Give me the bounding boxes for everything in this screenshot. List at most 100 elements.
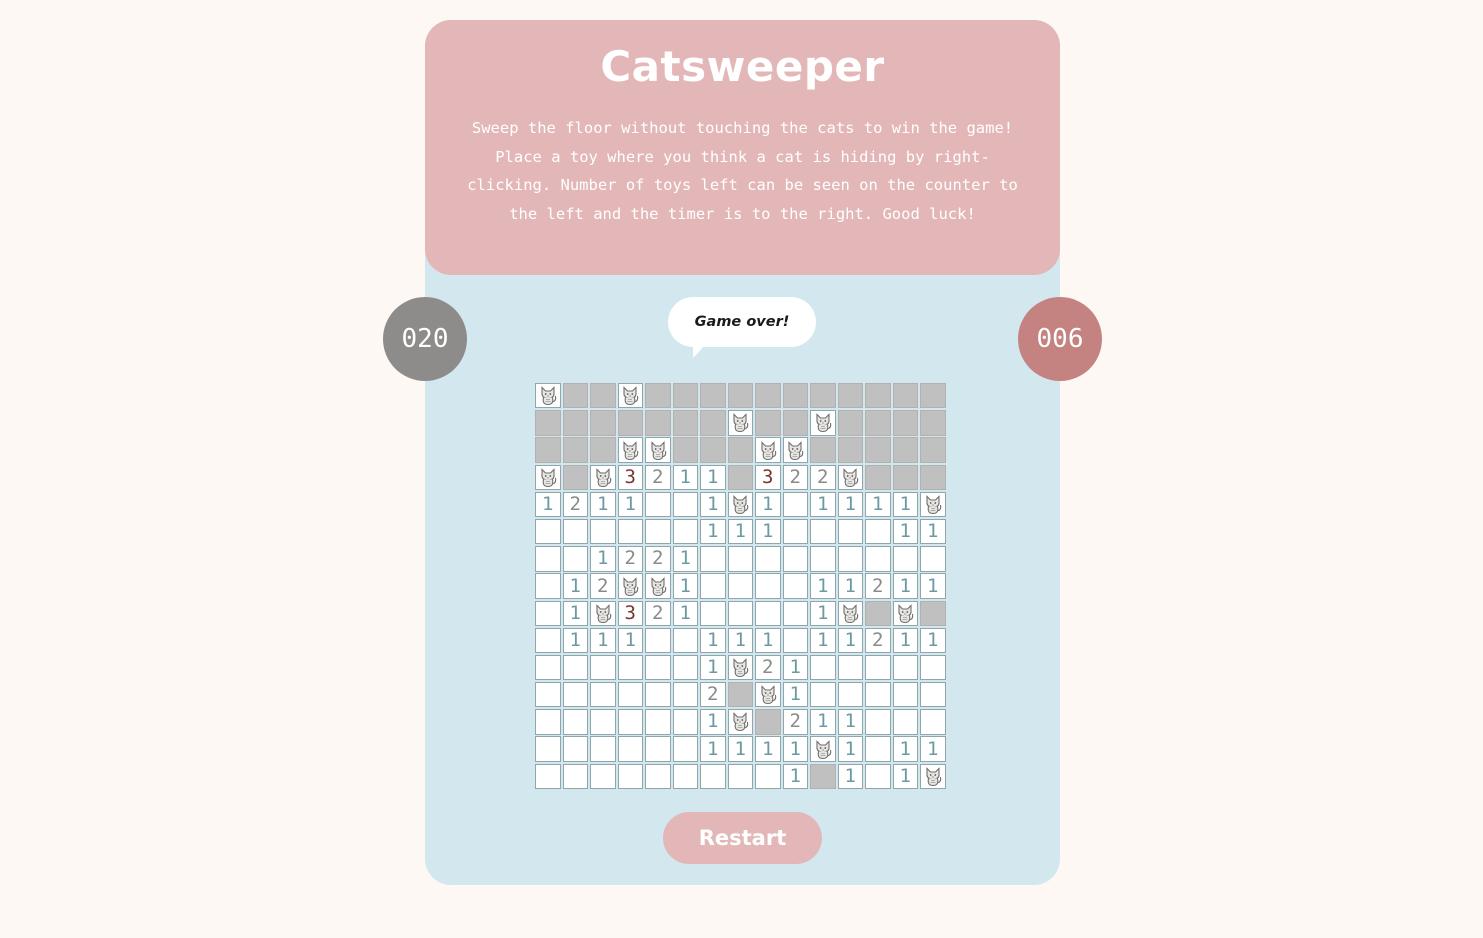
hidden-tile[interactable]	[590, 437, 616, 463]
empty-tile[interactable]	[672, 654, 698, 681]
number-tile[interactable]: 1	[837, 736, 863, 762]
number-tile[interactable]: 1	[892, 573, 918, 599]
empty-tile[interactable]	[672, 736, 698, 762]
number-tile[interactable]: 1	[892, 518, 918, 545]
empty-tile[interactable]	[535, 736, 561, 762]
cat-tile[interactable]	[617, 573, 643, 599]
empty-tile[interactable]	[920, 709, 946, 735]
number-tile[interactable]: 1	[672, 546, 698, 572]
empty-tile[interactable]	[672, 709, 698, 735]
empty-tile[interactable]	[700, 573, 726, 599]
hidden-tile[interactable]	[617, 410, 643, 436]
empty-tile[interactable]	[837, 682, 863, 708]
hidden-tile[interactable]	[645, 410, 671, 436]
empty-tile[interactable]	[617, 709, 643, 735]
empty-tile[interactable]	[535, 709, 561, 735]
number-tile[interactable]: 1	[782, 763, 808, 790]
empty-tile[interactable]	[837, 546, 863, 572]
hidden-tile[interactable]	[562, 383, 588, 409]
hidden-tile[interactable]	[810, 383, 836, 409]
number-tile[interactable]: 1	[810, 573, 836, 599]
hidden-tile[interactable]	[810, 763, 836, 790]
hidden-tile[interactable]	[782, 410, 808, 436]
number-tile[interactable]: 2	[782, 464, 808, 490]
number-tile[interactable]: 1	[837, 709, 863, 735]
hidden-tile[interactable]	[755, 383, 781, 409]
restart-button[interactable]: Restart	[663, 812, 822, 864]
hidden-tile[interactable]	[920, 600, 946, 626]
cat-tile[interactable]	[837, 464, 863, 490]
cat-tile[interactable]	[727, 410, 753, 436]
empty-tile[interactable]	[535, 546, 561, 572]
empty-tile[interactable]	[700, 546, 726, 572]
empty-tile[interactable]	[892, 654, 918, 681]
cat-tile[interactable]	[755, 682, 781, 708]
number-tile[interactable]: 1	[892, 627, 918, 654]
number-tile[interactable]: 1	[755, 736, 781, 762]
number-tile[interactable]: 1	[810, 491, 836, 518]
hidden-tile[interactable]	[837, 437, 863, 463]
number-tile[interactable]: 2	[645, 464, 671, 490]
hidden-tile[interactable]	[782, 383, 808, 409]
hidden-tile[interactable]	[727, 682, 753, 708]
empty-tile[interactable]	[755, 546, 781, 572]
empty-tile[interactable]	[810, 654, 836, 681]
empty-tile[interactable]	[727, 546, 753, 572]
empty-tile[interactable]	[562, 682, 588, 708]
hidden-tile[interactable]	[865, 464, 891, 490]
number-tile[interactable]: 1	[892, 736, 918, 762]
number-tile[interactable]: 1	[782, 654, 808, 681]
hidden-tile[interactable]	[645, 383, 671, 409]
empty-tile[interactable]	[535, 518, 561, 545]
cat-tile[interactable]	[535, 383, 561, 409]
number-tile[interactable]: 1	[535, 491, 561, 518]
empty-tile[interactable]	[727, 573, 753, 599]
number-tile[interactable]: 2	[645, 600, 671, 626]
number-tile[interactable]: 2	[562, 491, 588, 518]
cat-tile[interactable]	[727, 654, 753, 681]
number-tile[interactable]: 1	[837, 763, 863, 790]
empty-tile[interactable]	[837, 654, 863, 681]
cat-tile[interactable]	[810, 736, 836, 762]
hidden-tile[interactable]	[810, 437, 836, 463]
number-tile[interactable]: 1	[590, 491, 616, 518]
number-tile[interactable]: 1	[810, 627, 836, 654]
hidden-tile[interactable]	[755, 410, 781, 436]
cat-tile[interactable]	[837, 600, 863, 626]
empty-tile[interactable]	[892, 682, 918, 708]
number-tile[interactable]: 1	[837, 627, 863, 654]
empty-tile[interactable]	[810, 682, 836, 708]
empty-tile[interactable]	[865, 763, 891, 790]
number-tile[interactable]: 1	[782, 736, 808, 762]
empty-tile[interactable]	[645, 736, 671, 762]
empty-tile[interactable]	[562, 736, 588, 762]
number-tile[interactable]: 1	[810, 600, 836, 626]
empty-tile[interactable]	[535, 654, 561, 681]
empty-tile[interactable]	[590, 654, 616, 681]
empty-tile[interactable]	[562, 763, 588, 790]
empty-tile[interactable]	[590, 682, 616, 708]
empty-tile[interactable]	[782, 600, 808, 626]
number-tile[interactable]: 3	[617, 600, 643, 626]
number-tile[interactable]: 1	[837, 573, 863, 599]
hidden-tile[interactable]	[837, 383, 863, 409]
hidden-tile[interactable]	[920, 410, 946, 436]
empty-tile[interactable]	[700, 600, 726, 626]
number-tile[interactable]: 1	[837, 491, 863, 518]
cat-tile[interactable]	[617, 437, 643, 463]
cat-tile[interactable]	[920, 763, 946, 790]
empty-tile[interactable]	[645, 491, 671, 518]
empty-tile[interactable]	[892, 709, 918, 735]
empty-tile[interactable]	[727, 763, 753, 790]
number-tile[interactable]: 2	[617, 546, 643, 572]
empty-tile[interactable]	[782, 518, 808, 545]
empty-tile[interactable]	[617, 736, 643, 762]
number-tile[interactable]: 1	[672, 464, 698, 490]
hidden-tile[interactable]	[755, 709, 781, 735]
hidden-tile[interactable]	[837, 410, 863, 436]
number-tile[interactable]: 1	[590, 627, 616, 654]
empty-tile[interactable]	[645, 518, 671, 545]
cat-tile[interactable]	[810, 410, 836, 436]
cat-tile[interactable]	[645, 573, 671, 599]
number-tile[interactable]: 1	[727, 736, 753, 762]
